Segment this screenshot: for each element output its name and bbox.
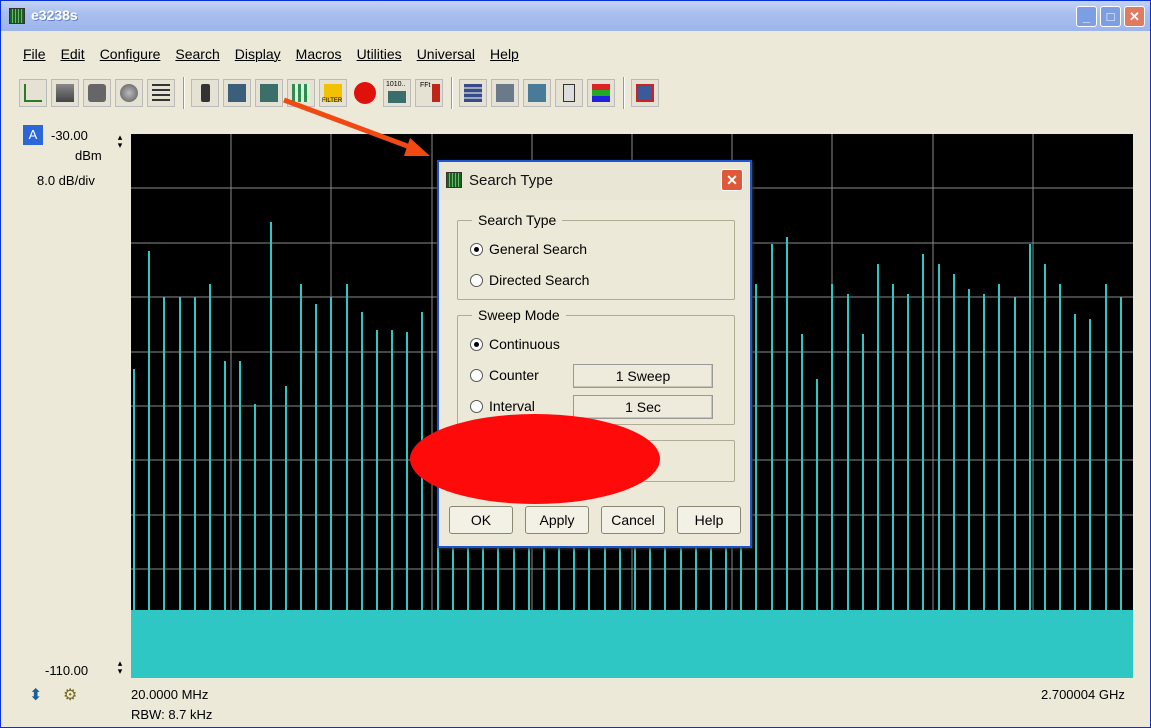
dialog-close-button[interactable]: ✕ [721,169,743,191]
general-search-label: General Search [489,241,588,257]
cancel-button[interactable]: Cancel [601,506,665,534]
noise-floor [131,610,1133,678]
ok-button[interactable]: OK [449,506,513,534]
general-search-radio[interactable] [470,242,483,256]
marker-move-icon[interactable]: ⬍ [29,685,42,705]
toolbar-separator [183,77,185,109]
title-bar[interactable]: e3238s _ □ ✕ [1,1,1150,31]
marker-tool-icon[interactable] [19,79,47,107]
help-button[interactable]: Help [677,506,741,534]
cube-icon[interactable] [51,79,79,107]
directed-search-label: Directed Search [489,272,590,288]
resolution-bandwidth: RBW: 8.7 kHz [131,707,213,722]
dialog-title: Search Type [469,172,553,189]
continuous-option[interactable]: Continuous [470,336,560,352]
continuous-label: Continuous [489,336,560,352]
reference-level: -30.00 [51,128,88,143]
counter-option[interactable]: Counter [470,367,539,383]
start-frequency: 20.0000 MHz [131,687,209,702]
menu-display[interactable]: Display [235,43,281,67]
menu-file[interactable]: File [23,43,46,67]
bars-icon[interactable] [587,79,615,107]
stop-frequency: 2.700004 GHz [1041,687,1125,702]
dialog-app-icon [446,172,462,188]
menu-macros[interactable]: Macros [296,43,342,67]
menu-edit[interactable]: Edit [61,43,85,67]
scale-per-division: 8.0 dB/div [37,173,95,188]
toolbar-separator [451,77,453,109]
display-icon[interactable] [491,79,519,107]
device-icon[interactable] [83,79,111,107]
window-title: e3238s [31,7,78,23]
menu-bar: File Edit Configure Search Display Macro… [1,43,534,67]
general-search-option[interactable]: General Search [470,241,587,257]
maximize-button[interactable]: □ [1100,6,1121,27]
counter-value-button[interactable]: 1 Sweep [573,364,713,388]
counter-radio[interactable] [470,368,483,382]
menu-help[interactable]: Help [490,43,519,67]
app-icon [9,8,25,24]
dialog-title-bar[interactable]: Search Type ✕ [439,162,750,200]
bottom-level: -110.00 [45,663,89,678]
spectrum-icon[interactable] [223,79,251,107]
menu-universal[interactable]: Universal [417,43,475,67]
list-icon[interactable] [147,79,175,107]
minimize-button[interactable]: _ [1076,6,1097,27]
search-type-group: Search Type General Search Directed Sear… [457,212,735,300]
interval-radio[interactable] [470,399,483,413]
interval-label: Interval [489,398,535,414]
apply-button[interactable]: Apply [525,506,589,534]
continuous-radio[interactable] [470,337,483,351]
interval-value-button[interactable]: 1 Sec [573,395,713,419]
trace-info-panel: A -30.00 ▴ ▾ dBm 8.0 dB/div -110.00 ▴ ▾ [11,123,129,703]
interval-option[interactable]: Interval [470,398,535,414]
marker-peak-icon[interactable]: ⚙ [63,685,77,705]
menu-search[interactable]: Search [175,43,219,67]
directed-search-option[interactable]: Directed Search [470,272,589,288]
ff-label: FFt [420,82,431,89]
connector-icon[interactable] [631,79,659,107]
window-icon[interactable] [523,79,551,107]
binary-label: 1010.. [386,81,406,88]
close-button[interactable]: ✕ [1124,6,1145,27]
counter-label: Counter [489,367,539,383]
toolbar-separator [623,77,625,109]
search-type-legend: Search Type [472,212,563,228]
sweep-mode-group: Sweep Mode Continuous Counter 1 Sweep In… [457,307,735,425]
panel-icon[interactable] [459,79,487,107]
directed-search-radio[interactable] [470,273,483,287]
sweep-mode-legend: Sweep Mode [472,307,566,323]
probe-icon[interactable] [555,79,583,107]
globe-icon[interactable] [115,79,143,107]
bottom-level-spinner[interactable]: ▴ ▾ [115,659,125,676]
redaction-mark [410,414,660,504]
menu-configure[interactable]: Configure [100,43,161,67]
ref-level-spinner[interactable]: ▴ ▾ [115,133,125,150]
annotation-arrow [283,97,430,156]
menu-utilities[interactable]: Utilities [357,43,402,67]
reference-unit: dBm [75,148,102,163]
trace-badge[interactable]: A [23,125,43,145]
traffic-light-icon[interactable] [191,79,219,107]
